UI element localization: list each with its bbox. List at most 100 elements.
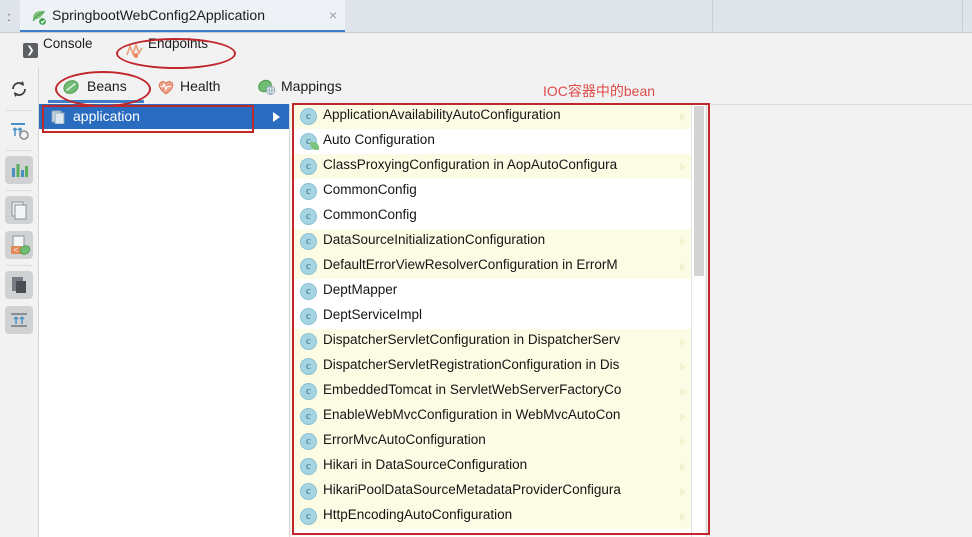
bean-list-item-label: DeptServiceImpl — [323, 307, 423, 322]
chevron-right-icon[interactable] — [273, 112, 280, 122]
endpoints-chart-icon — [125, 41, 144, 60]
bean-list-item[interactable]: c DispatcherServletRegistrationConfigurat… — [291, 354, 691, 379]
bean-list-item[interactable]: c Hikari in DataSourceConfiguration — [291, 454, 691, 479]
run-configuration-tab[interactable]: SpringbootWebConfig2Application × — [20, 0, 345, 33]
bean-list-item-label: CommonConfig — [323, 207, 417, 222]
scrollbar-thumb[interactable] — [694, 106, 704, 276]
class-icon: c — [300, 158, 317, 175]
context-tree-panel: application — [39, 104, 290, 537]
copy-pages-icon[interactable] — [5, 196, 33, 224]
chevron-right-icon[interactable] — [680, 463, 686, 471]
class-icon: c — [300, 458, 317, 475]
bean-list-item-label: EnableWebMvcConfiguration in WebMvcAutoC… — [323, 407, 621, 422]
chevron-right-icon[interactable] — [680, 263, 686, 271]
chevron-right-icon[interactable] — [680, 488, 686, 496]
tab-mappings[interactable]: Mappings — [281, 78, 342, 94]
bean-list-item[interactable]: c EnableWebMvcConfiguration in WebMvcAuto… — [291, 404, 691, 429]
beans-tab-underline — [48, 100, 144, 103]
bean-list-item[interactable]: c EmbeddedTomcat in ServletWebServerFacto… — [291, 379, 691, 404]
tab-endpoints[interactable]: Endpoints — [148, 36, 208, 51]
class-icon: c — [300, 233, 317, 250]
class-icon: c — [300, 308, 317, 325]
class-icon: c — [300, 183, 317, 200]
bean-list-item-label: ClassProxyingConfiguration in AopAutoCon… — [323, 157, 618, 172]
window-tab-strip: : SpringbootWebConfig2Application × — [0, 0, 972, 33]
bean-list-item[interactable]: c CommonConfig — [291, 204, 691, 229]
class-icon: c — [300, 108, 317, 125]
bean-list-item[interactable]: c ErrorMvcAutoConfiguration — [291, 429, 691, 454]
class-icon: c — [300, 258, 317, 275]
chevron-right-icon[interactable] — [680, 163, 686, 171]
chevron-right-icon[interactable] — [680, 113, 686, 121]
tree-row-label: application — [73, 108, 140, 124]
close-icon[interactable]: × — [329, 7, 337, 23]
layers-icon[interactable] — [5, 271, 33, 299]
bean-list-item-label: CommonConfig — [323, 182, 417, 197]
chevron-right-icon[interactable] — [680, 388, 686, 396]
bean-list-item-label: Hikari in DataSourceConfiguration — [323, 457, 528, 472]
bean-list-item[interactable]: c DefaultErrorViewResolverConfiguration i… — [291, 254, 691, 279]
chevron-right-icon[interactable] — [680, 338, 686, 346]
health-heart-icon — [157, 78, 175, 96]
bean-list-item[interactable]: c ClassProxyingConfiguration in AopAutoCo… — [291, 154, 691, 179]
run-tab-title: SpringbootWebConfig2Application — [52, 7, 265, 23]
bean-list-item[interactable]: c DispatcherServletConfiguration in Dispa… — [291, 329, 691, 354]
bean-list[interactable]: c ApplicationAvailabilityAutoConfiguratio… — [291, 104, 691, 537]
bean-list-item[interactable]: c DataSourceInitializationConfiguration — [291, 229, 691, 254]
bean-list-item-label: DispatcherServletConfiguration in Dispat… — [323, 332, 621, 347]
bean-list-item[interactable]: c HttpEncodingAutoConfiguration — [291, 504, 691, 529]
chevron-right-icon[interactable] — [680, 413, 686, 421]
console-icon: ❯ — [23, 43, 38, 58]
bean-list-item-label: HttpEncodingAutoConfiguration — [323, 507, 513, 522]
thread-dump-icon[interactable] — [5, 116, 33, 144]
class-icon: c — [300, 358, 317, 375]
tree-row-application[interactable]: application — [39, 104, 289, 129]
chevron-right-icon[interactable] — [680, 363, 686, 371]
bean-list-item[interactable]: c DeptServiceImpl — [291, 304, 691, 329]
bean-list-item[interactable]: c DeptMapper — [291, 279, 691, 304]
chevron-right-icon[interactable] — [680, 513, 686, 521]
rerun-icon[interactable] — [5, 75, 33, 103]
class-icon: c — [300, 208, 317, 225]
gutter-divider-2 — [6, 150, 32, 151]
bean-list-item[interactable]: c CommonConfig — [291, 179, 691, 204]
tab-beans[interactable]: Beans — [87, 78, 127, 94]
tab-console[interactable]: Console — [43, 36, 93, 51]
class-icon: c — [300, 508, 317, 525]
class-icon: c — [300, 383, 317, 400]
bean-list-item[interactable]: c ApplicationAvailabilityAutoConfiguratio… — [291, 104, 691, 129]
primary-toolbar: ❯ Console Endpoints — [0, 33, 972, 68]
ide-run-window: : SpringbootWebConfig2Application × ❯ Co… — [0, 0, 972, 537]
tab-strip-separator-1 — [712, 0, 713, 31]
annotation-note-text: IOC容器中的bean — [543, 83, 656, 99]
bean-list-item-label: ErrorMvcAutoConfiguration — [323, 432, 486, 447]
drag-handle-dots: : — [7, 9, 11, 24]
chart-bars-icon[interactable] — [5, 156, 33, 184]
bean-list-item[interactable]: c Auto Configuration — [291, 129, 691, 154]
module-icon — [51, 109, 66, 125]
svg-text:<: < — [14, 246, 19, 255]
bean-list-item-label: DeptMapper — [323, 282, 398, 297]
bean-list-item-label: Auto Configuration — [323, 132, 435, 147]
class-icon: c — [300, 483, 317, 500]
export-bean-icon[interactable]: < — [5, 231, 33, 259]
gutter-divider-3 — [6, 190, 32, 191]
bean-list-item-label: DataSourceInitializationConfiguration — [323, 232, 546, 247]
beans-leaf-icon — [62, 78, 80, 96]
bean-list-item[interactable]: c HikariPoolDataSourceMetadataProviderCon… — [291, 479, 691, 504]
bean-list-item-label: ApplicationAvailabilityAutoConfiguration — [323, 107, 561, 122]
gutter-divider-4 — [6, 265, 32, 266]
class-icon: c — [300, 333, 317, 350]
chevron-right-icon[interactable] — [680, 438, 686, 446]
class-icon: c — [300, 408, 317, 425]
bean-list-item-label: DispatcherServletRegistrationConfigurati… — [323, 357, 620, 372]
bean-detail-pane — [706, 104, 972, 537]
tab-health[interactable]: Health — [180, 78, 220, 94]
bean-list-scrollbar[interactable] — [691, 104, 705, 537]
detail-pane-top-border — [707, 104, 972, 105]
bean-list-item-label: DefaultErrorViewResolverConfiguration in… — [323, 257, 618, 272]
expand-rows-icon[interactable] — [5, 306, 33, 334]
class-icon: c — [300, 433, 317, 450]
chevron-right-icon[interactable] — [680, 238, 686, 246]
secondary-toolbar: Beans Health Mappings — [0, 68, 972, 104]
